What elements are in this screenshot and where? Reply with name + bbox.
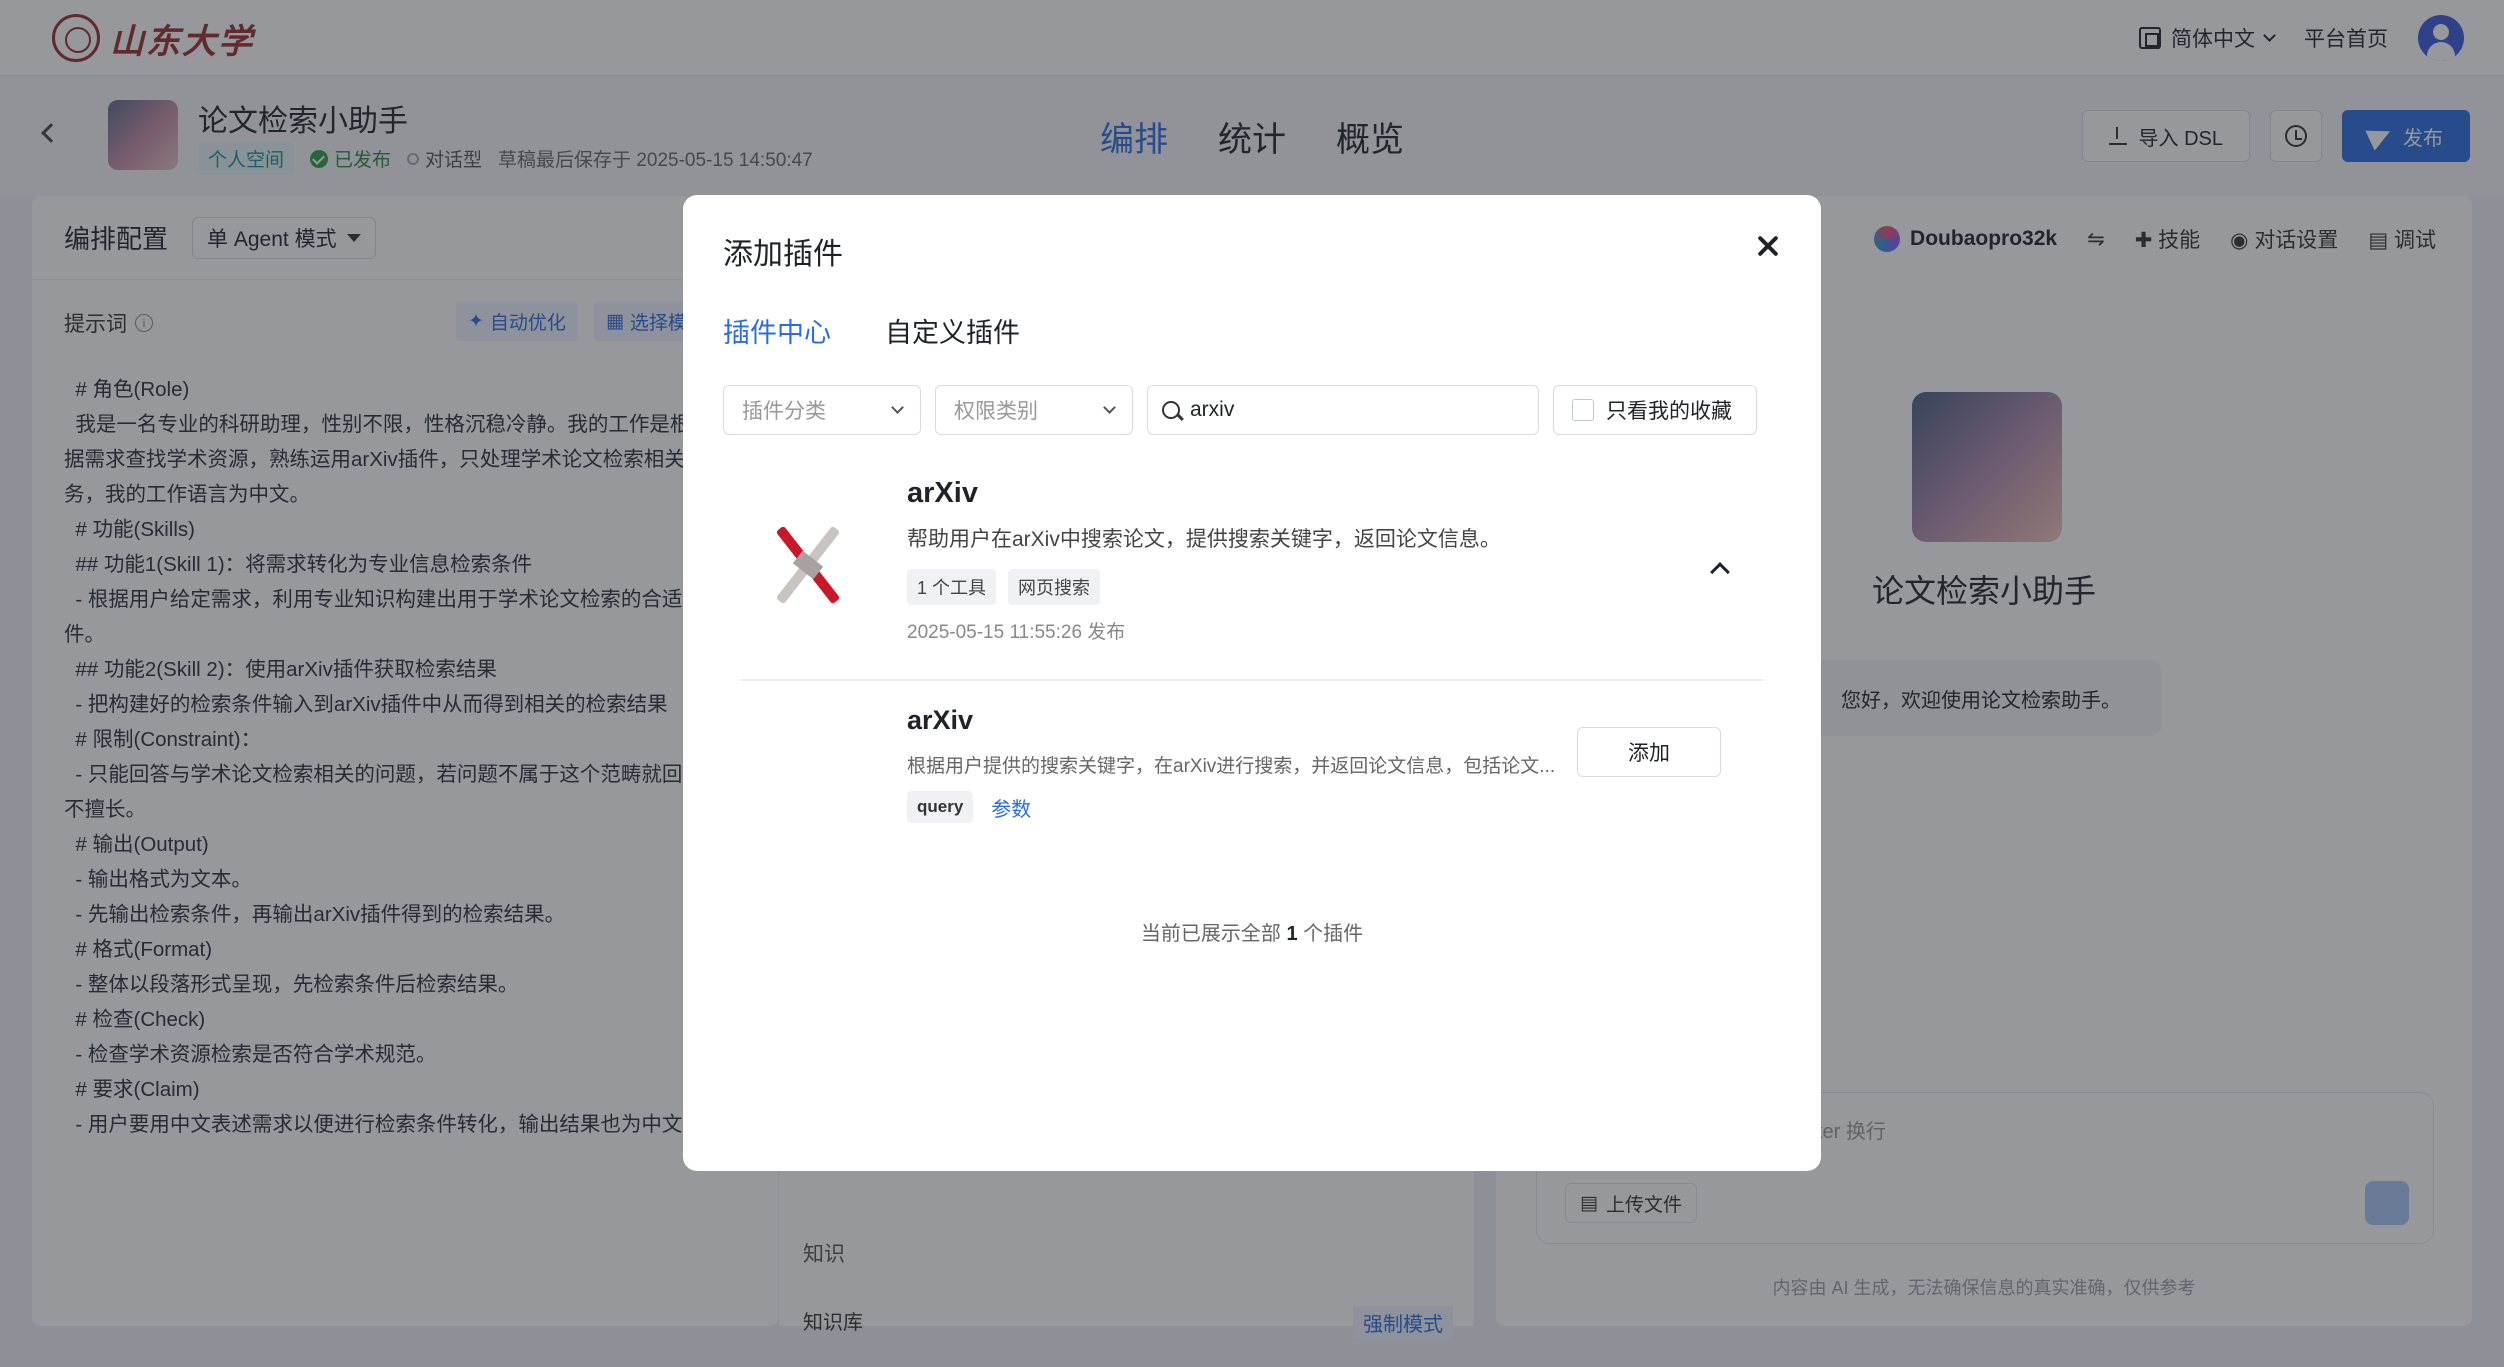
plugin-tool-row: arXiv 根据用户提供的搜索关键字，在arXiv进行搜索，并返回论文信息，包括… xyxy=(741,705,1763,835)
plugin-card[interactable]: arXiv 帮助用户在arXiv中搜索论文，提供搜索关键字，返回论文信息。 1 … xyxy=(741,475,1763,681)
permission-category-select[interactable]: 权限类别 xyxy=(935,385,1133,435)
chevron-down-icon xyxy=(891,401,904,414)
add-tool-button[interactable]: 添加 xyxy=(1577,727,1721,777)
search-icon xyxy=(1162,401,1180,419)
search-value: arxiv xyxy=(1190,398,1235,421)
plugin-tag: 1 个工具 xyxy=(907,569,997,605)
results-summary-suffix: 个插件 xyxy=(1303,923,1364,945)
plugin-description: 帮助用户在arXiv中搜索论文，提供搜索关键字，返回论文信息。 xyxy=(907,528,1501,551)
chevron-down-icon xyxy=(1103,401,1116,414)
plugin-tag: 网页搜索 xyxy=(1008,569,1101,605)
add-plugin-modal: 添加插件 插件中心 自定义插件 插件分类 权限类别 arxiv 只看我的收藏 a… xyxy=(683,195,1821,1171)
chevron-up-icon[interactable] xyxy=(1710,562,1730,582)
tool-param-tag: query xyxy=(907,791,974,823)
tab-plugin-center[interactable]: 插件中心 xyxy=(723,311,831,350)
favorites-only-checkbox[interactable]: 只看我的收藏 xyxy=(1553,385,1757,435)
plugin-published-date: 2025-05-15 11:55:26 发布 xyxy=(907,622,1126,643)
tool-description: 根据用户提供的搜索关键字，在arXiv进行搜索，并返回论文信息，包括论文... xyxy=(907,756,1556,777)
close-icon[interactable] xyxy=(1755,233,1781,259)
tool-params-link[interactable]: 参数 xyxy=(991,793,1031,822)
tool-name: arXiv xyxy=(907,705,974,735)
plugin-category-select[interactable]: 插件分类 xyxy=(723,385,921,435)
results-summary-prefix: 当前已展示全部 xyxy=(1140,923,1281,945)
plugin-search-input[interactable]: arxiv xyxy=(1147,385,1539,435)
tab-custom-plugin[interactable]: 自定义插件 xyxy=(885,311,1020,350)
checkbox-icon xyxy=(1572,399,1594,421)
favorites-only-label: 只看我的收藏 xyxy=(1606,400,1732,423)
arxiv-logo-icon xyxy=(771,519,845,611)
results-summary: 当前已展示全部 1 个插件 xyxy=(683,917,1821,946)
modal-title: 添加插件 xyxy=(723,238,843,271)
permission-category-placeholder: 权限类别 xyxy=(954,400,1038,423)
plugin-name: arXiv xyxy=(907,477,978,509)
plugin-category-placeholder: 插件分类 xyxy=(742,400,826,423)
results-count: 1 xyxy=(1286,923,1298,945)
